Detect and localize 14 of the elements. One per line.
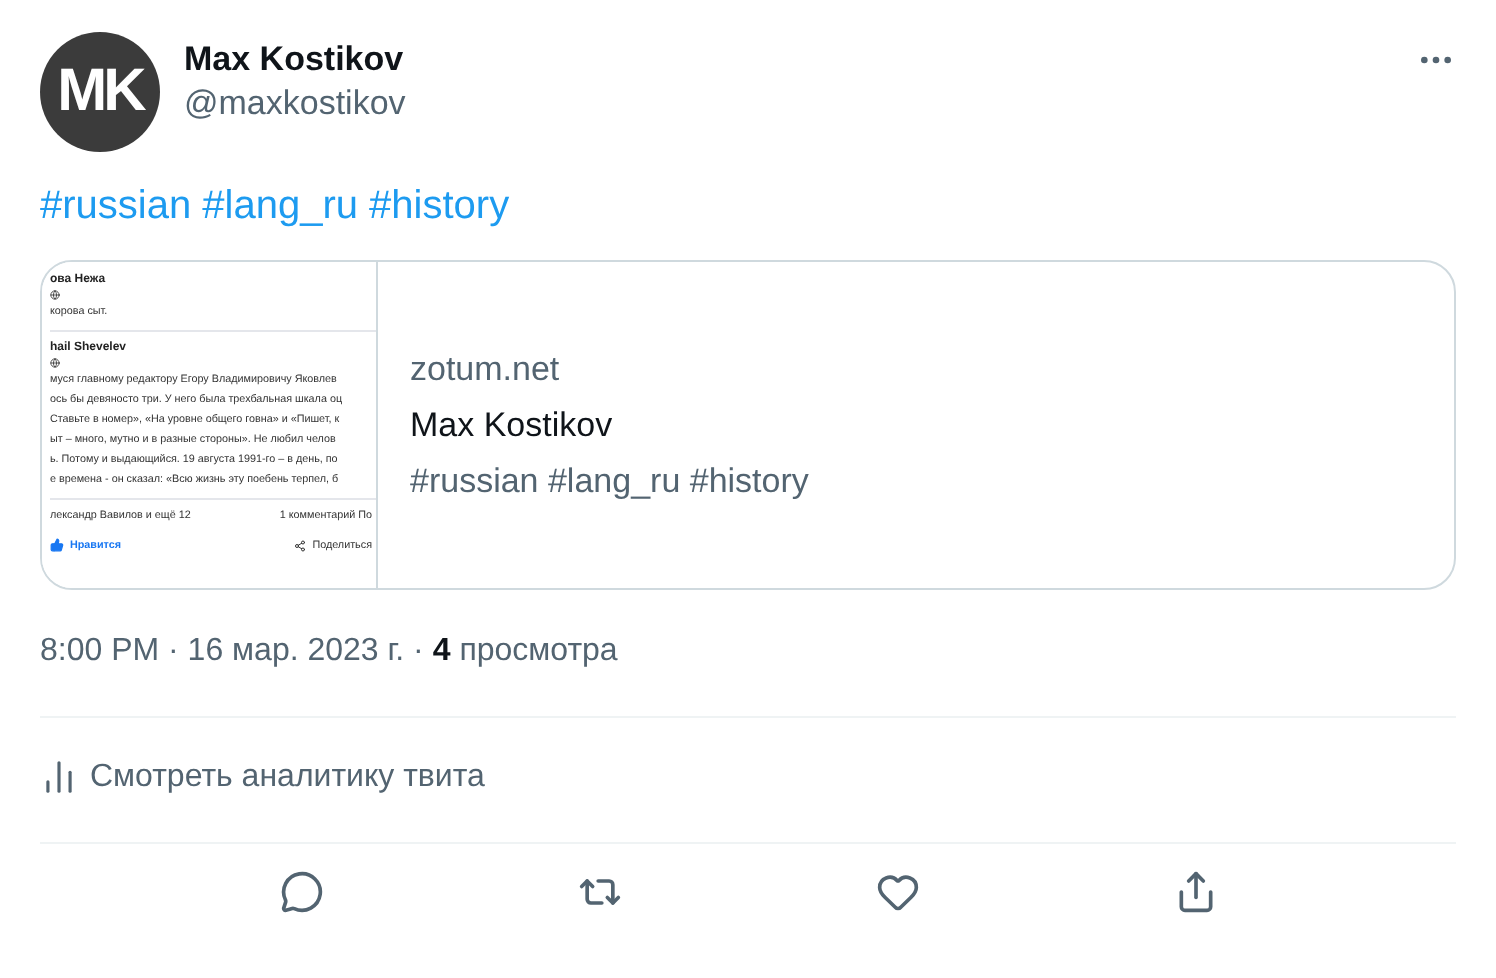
- avatar[interactable]: MK: [40, 32, 160, 152]
- analytics-link[interactable]: Смотреть аналитику твита: [40, 718, 1456, 844]
- post-meta: 8:00 PM · 16 мар. 2023 г. · 4 просмотра: [40, 634, 1456, 718]
- card-domain: zotum.net: [410, 349, 560, 389]
- card-title: Max Kostikov: [410, 405, 613, 445]
- author-name[interactable]: Max Kostikov: [184, 40, 404, 80]
- link-card[interactable]: [40, 260, 1456, 590]
- author-handle[interactable]: @maxkostikov: [184, 84, 406, 124]
- thumbs-up-icon: [50, 538, 64, 552]
- share-icon: [294, 539, 307, 551]
- bar-chart-icon: [40, 758, 78, 796]
- globe-icon: [50, 290, 60, 300]
- globe-icon: [50, 358, 60, 368]
- card-description: #russian #lang_ru #history: [410, 461, 809, 501]
